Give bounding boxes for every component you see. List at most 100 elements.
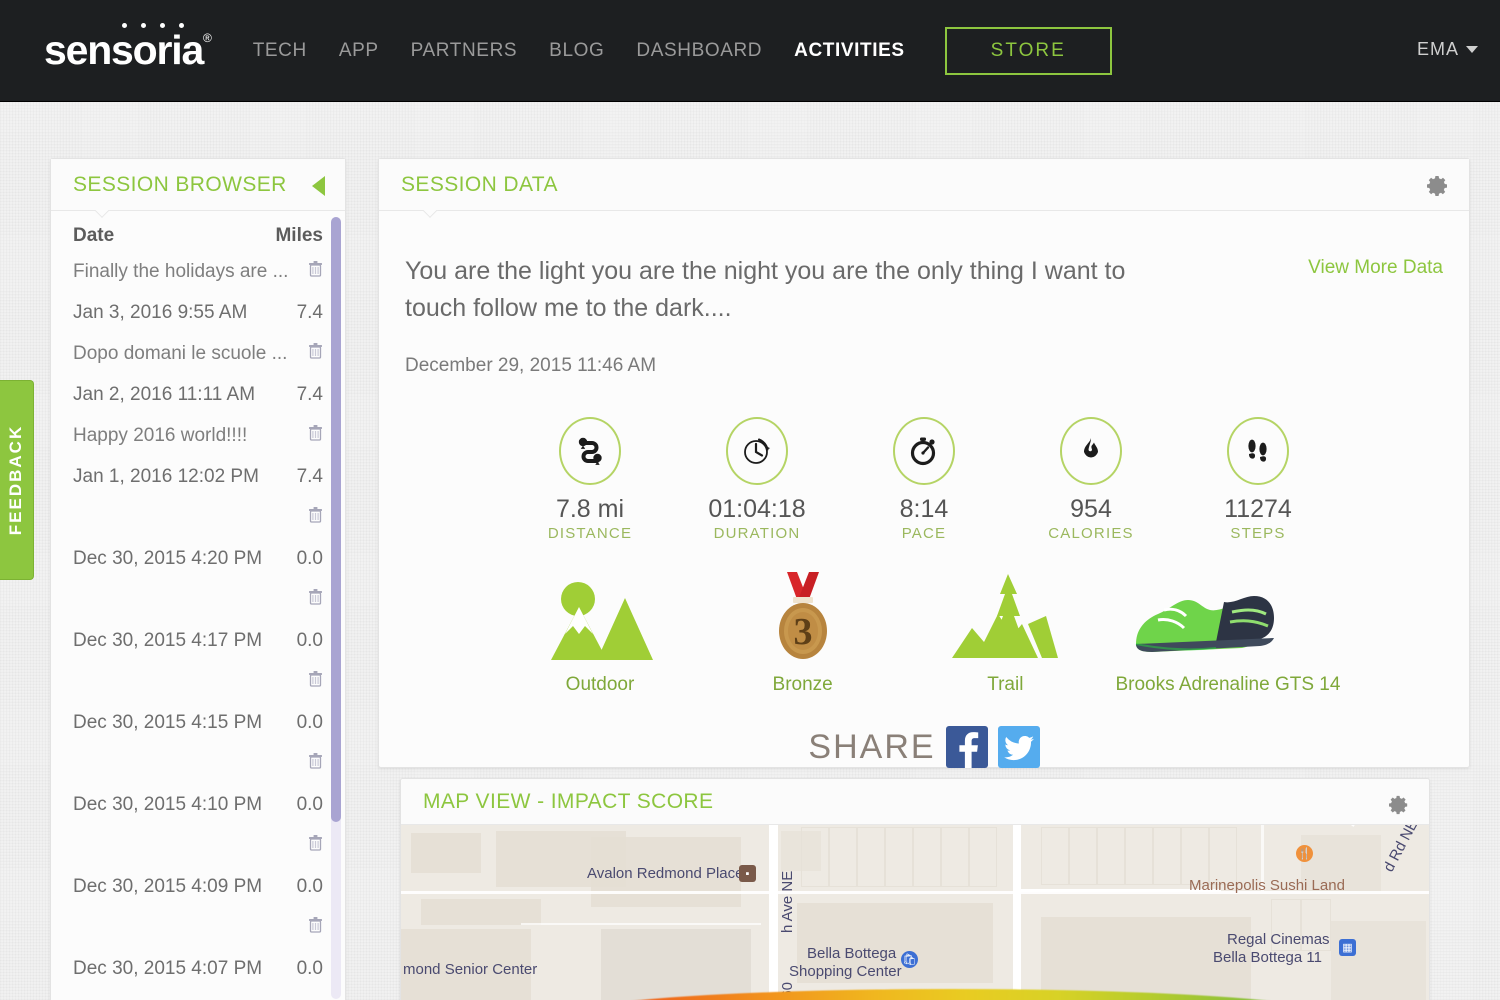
shopping-poi-icon[interactable]: 🛍 xyxy=(901,951,918,968)
gear-icon[interactable] xyxy=(1427,175,1449,202)
badge-caption: Outdoor xyxy=(565,674,635,695)
feedback-tab[interactable]: FEEDBACK xyxy=(0,380,34,580)
gear-icon[interactable] xyxy=(1389,795,1409,820)
list-item[interactable]: Dec 30, 2015 4:17 PM 0.0 xyxy=(63,581,333,663)
session-data-title: SESSION DATA xyxy=(401,172,558,196)
sensoria-logo[interactable]: sensoria® xyxy=(44,23,212,71)
running-shoe-icon xyxy=(1113,570,1343,662)
nav-link-activities[interactable]: ACTIVITIES xyxy=(778,40,921,62)
session-list-scrollbar[interactable] xyxy=(331,217,341,999)
nav-link-blog[interactable]: BLOG xyxy=(533,40,620,62)
view-more-data-link[interactable]: View More Data xyxy=(1308,257,1443,279)
map-label-marinepolis: Marinepolis Sushi Land xyxy=(1189,877,1345,894)
nav-link-tech[interactable]: TECH xyxy=(237,40,323,62)
session-note: Happy 2016 world!!!! xyxy=(73,425,248,446)
session-date-row[interactable]: Dec 30, 2015 4:09 PM 0.0 xyxy=(73,865,323,909)
delete-session-icon[interactable] xyxy=(308,752,323,776)
column-header-miles: Miles xyxy=(275,225,323,246)
session-date-row[interactable]: Jan 2, 2016 11:11 AM 7.4 xyxy=(73,373,323,417)
session-note-row xyxy=(73,909,323,947)
badge-trail: Trail xyxy=(910,570,1100,696)
list-item[interactable]: Dec 30, 2015 4:15 PM 0.0 xyxy=(63,663,333,745)
cinema-poi-icon[interactable]: ▦ xyxy=(1339,939,1356,956)
metric-value: 954 xyxy=(1070,495,1112,523)
delete-session-icon[interactable] xyxy=(308,506,323,530)
route-icon xyxy=(559,417,621,485)
map-label-shopping-center: Shopping Center xyxy=(789,963,902,980)
session-date-row[interactable]: Jan 1, 2016 12:02 PM 7.4 xyxy=(73,455,323,499)
flame-icon xyxy=(1060,417,1122,485)
store-button[interactable]: STORE xyxy=(944,26,1112,75)
session-date: Jan 3, 2016 9:55 AM xyxy=(73,302,248,323)
metric-label: STEPS xyxy=(1230,525,1286,542)
list-item[interactable]: Dec 30, 2015 4:07 PM 0.0 xyxy=(63,909,333,991)
map-label-bella-bottega-11: Bella Bottega 11 xyxy=(1213,949,1322,966)
user-menu[interactable]: EMA xyxy=(1417,39,1478,60)
metric-label: PACE xyxy=(901,525,947,542)
session-datetime: December 29, 2015 11:46 AM xyxy=(405,355,657,376)
list-item[interactable]: Dec 30, 2015 4:09 PM 0.0 xyxy=(63,827,333,909)
session-date: Dec 30, 2015 4:10 PM xyxy=(73,794,263,815)
session-date: Dec 30, 2015 4:17 PM xyxy=(73,630,263,651)
session-miles: 0.0 xyxy=(296,958,323,979)
session-date-row[interactable]: Dec 30, 2015 4:15 PM 0.0 xyxy=(73,701,323,745)
delete-session-icon[interactable] xyxy=(308,588,323,612)
session-date: Jan 1, 2016 12:02 PM xyxy=(73,466,259,487)
badge-caption: Bronze xyxy=(772,674,833,695)
delete-session-icon[interactable] xyxy=(308,916,323,940)
metric-distance: 7.8 mi DISTANCE xyxy=(515,417,665,542)
badge-shoe: Brooks Adrenaline GTS 14 xyxy=(1113,570,1343,696)
metric-label: CALORIES xyxy=(1048,525,1134,542)
delete-session-icon[interactable] xyxy=(308,834,323,858)
session-date-row[interactable]: Dec 30, 2015 4:17 PM 0.0 xyxy=(73,619,323,663)
column-header-date: Date xyxy=(73,225,115,246)
session-date-row[interactable]: Dec 30, 2015 4:10 PM 0.0 xyxy=(73,783,323,827)
session-miles: 7.4 xyxy=(296,466,323,487)
delete-session-icon[interactable] xyxy=(308,670,323,694)
metric-value: 8:14 xyxy=(899,495,949,523)
share-label: SHARE xyxy=(808,727,936,766)
session-browser-title: SESSION BROWSER xyxy=(73,172,287,196)
session-data-panel: SESSION DATA You are the light you are t… xyxy=(378,158,1470,768)
nav-link-partners[interactable]: PARTNERS xyxy=(395,40,534,62)
restaurant-poi-icon[interactable]: 🍴 xyxy=(1296,845,1313,862)
session-note-row xyxy=(73,827,323,865)
session-miles: 0.0 xyxy=(296,794,323,815)
badge-caption: Trail xyxy=(987,674,1024,695)
session-browser-header: SESSION BROWSER xyxy=(51,159,345,211)
list-item[interactable]: Happy 2016 world!!!! Jan 1, 2016 12:02 P… xyxy=(63,417,333,499)
metric-value: 7.8 mi xyxy=(555,495,625,523)
collapse-sidebar-icon[interactable] xyxy=(312,176,325,196)
map-label-senior-center: mond Senior Center xyxy=(403,961,538,978)
list-item[interactable]: Finally the holidays are ... Jan 3, 2016… xyxy=(63,253,333,335)
twitter-icon[interactable] xyxy=(997,726,1040,768)
medal-icon: 3 xyxy=(708,570,898,662)
list-item[interactable]: Dec 30, 2015 4:20 PM 0.0 xyxy=(63,499,333,581)
session-date-row[interactable]: Dec 30, 2015 4:07 PM 0.0 xyxy=(73,947,323,991)
session-date-row[interactable]: Jan 3, 2016 9:55 AM 7.4 xyxy=(73,291,323,335)
delete-session-icon[interactable] xyxy=(308,342,323,366)
map-label-regal-cinemas: Regal Cinemas xyxy=(1227,931,1330,948)
map-canvas[interactable]: Avalon Redmond Place ▪ Marinepolis Sushi… xyxy=(401,825,1429,1000)
session-list-column-headers: Date Miles xyxy=(63,211,333,253)
map-label-avalon: Avalon Redmond Place xyxy=(587,865,744,882)
delete-session-icon[interactable] xyxy=(308,424,323,448)
session-note-row xyxy=(73,745,323,783)
nav-link-app[interactable]: APP xyxy=(323,40,395,62)
session-note-row: Finally the holidays are ... xyxy=(73,253,323,291)
list-item[interactable]: Dec 30, 2015 4:10 PM 0.0 xyxy=(63,745,333,827)
session-date-row[interactable]: Dec 30, 2015 4:20 PM 0.0 xyxy=(73,537,323,581)
building-poi-icon[interactable]: ▪ xyxy=(739,865,756,882)
metric-duration: 01:04:18 DURATION xyxy=(682,417,832,542)
svg-text:3: 3 xyxy=(793,611,812,653)
session-note-row xyxy=(73,499,323,537)
list-item[interactable]: Dopo domani le scuole ... Jan 2, 2016 11… xyxy=(63,335,333,417)
delete-session-icon[interactable] xyxy=(308,260,323,284)
session-note-row xyxy=(73,581,323,619)
mountain-icon xyxy=(505,570,695,662)
session-miles: 7.4 xyxy=(296,302,323,323)
facebook-icon[interactable] xyxy=(945,726,988,768)
nav-link-dashboard[interactable]: DASHBOARD xyxy=(620,40,778,62)
scrollbar-thumb[interactable] xyxy=(331,217,341,822)
session-date: Dec 30, 2015 4:07 PM xyxy=(73,958,263,979)
